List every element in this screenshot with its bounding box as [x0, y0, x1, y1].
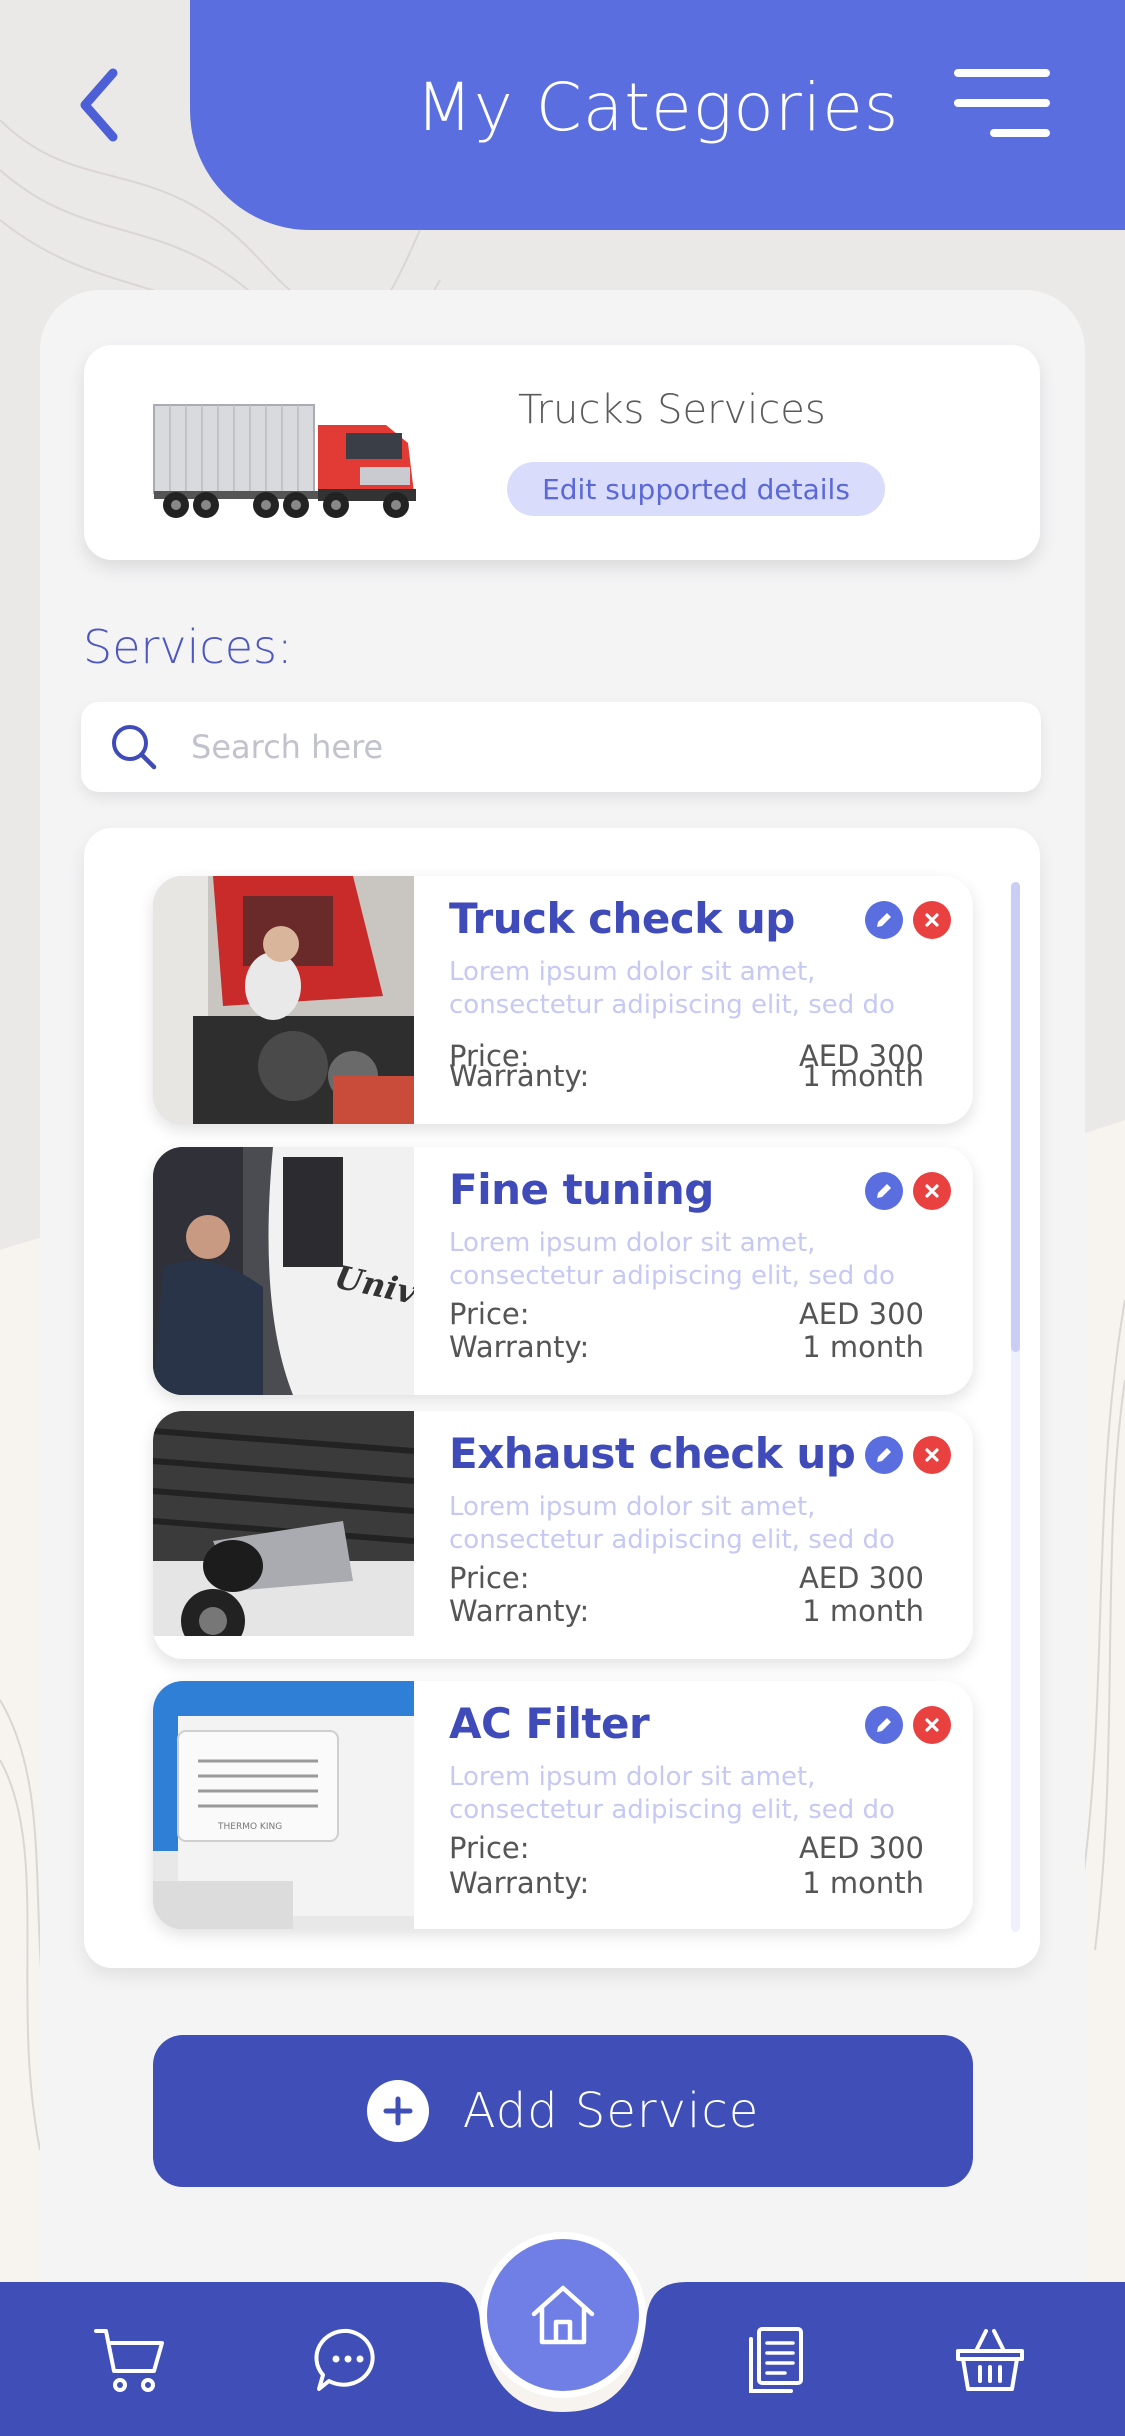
- warranty-row: Warranty: 1 month: [449, 1866, 924, 1900]
- service-name: Fine tuning: [449, 1165, 714, 1214]
- close-icon: [925, 1184, 939, 1198]
- price-row: Price: AED 300: [449, 1561, 924, 1595]
- service-card[interactable]: Truck check up Lorem ipsum dolor sit ame…: [153, 876, 973, 1124]
- price-label: Price:: [449, 1831, 530, 1865]
- truck-image: [153, 404, 416, 518]
- warranty-value: 1 month: [802, 1594, 924, 1628]
- search-bar: [81, 702, 1041, 792]
- nav-basket[interactable]: [950, 2320, 1030, 2400]
- service-name: Exhaust check up: [449, 1429, 856, 1478]
- truck-door-mechanic-photo: Univers USDOT 322160: [153, 1147, 414, 1395]
- pencil-icon: [877, 913, 891, 927]
- svg-text:THERMO KING: THERMO KING: [217, 1822, 282, 1832]
- home-icon: [531, 2285, 595, 2345]
- service-description: Lorem ipsum dolor sit amet, consectetur …: [449, 1492, 895, 1555]
- service-card[interactable]: THERMO KING AC Filter Lorem ipsum dolor …: [153, 1681, 973, 1929]
- warranty-label: Warranty:: [449, 1330, 590, 1364]
- service-card[interactable]: Exhaust check up Lorem ipsum dolor sit a…: [153, 1411, 973, 1659]
- service-description: Lorem ipsum dolor sit amet, consectetur …: [449, 957, 895, 1020]
- warranty-label: Warranty:: [449, 1594, 590, 1628]
- delete-service-button[interactable]: [913, 1172, 951, 1210]
- close-icon: [925, 1448, 939, 1462]
- warranty-row: Warranty: 1 month: [449, 1330, 924, 1364]
- edit-service-button[interactable]: [865, 1172, 903, 1210]
- warranty-label: Warranty:: [449, 1866, 590, 1900]
- edit-service-button[interactable]: [865, 1706, 903, 1744]
- add-service-label: Add Service: [462, 2083, 760, 2139]
- nav-cart[interactable]: [90, 2320, 170, 2400]
- cart-icon: [94, 2329, 164, 2392]
- close-icon: [925, 1718, 939, 1732]
- list-scrollbar[interactable]: [1011, 882, 1020, 1932]
- price-value: AED 300: [798, 1561, 924, 1595]
- price-row: Price: AED 300: [449, 1831, 924, 1865]
- delete-service-button[interactable]: [913, 1706, 951, 1744]
- mechanic-engine-photo: [153, 876, 414, 1124]
- price-label: Price:: [449, 1561, 530, 1595]
- category-card: Trucks Services Edit supported details: [84, 345, 1040, 560]
- nav-home[interactable]: [480, 2232, 646, 2398]
- document-icon: [749, 2327, 803, 2393]
- edit-supported-details-button[interactable]: Edit supported details: [507, 462, 885, 516]
- close-icon: [925, 913, 939, 927]
- price-value: AED 300: [798, 1831, 924, 1865]
- service-name: Truck check up: [449, 894, 795, 943]
- price-row: Price: AED 300: [449, 1297, 924, 1331]
- service-name: AC Filter: [449, 1699, 650, 1748]
- chat-bubble-icon: [314, 2328, 375, 2391]
- category-name: Trucks Services: [518, 387, 826, 433]
- service-description: Lorem ipsum dolor sit amet, consectetur …: [449, 1762, 895, 1825]
- back-button[interactable]: [60, 55, 140, 155]
- pencil-icon: [877, 1718, 891, 1732]
- chevron-left-icon: [80, 68, 118, 142]
- price-label: Price:: [449, 1297, 530, 1331]
- pencil-icon: [877, 1184, 891, 1198]
- warranty-value: 1 month: [802, 1059, 924, 1093]
- edit-service-button[interactable]: [865, 901, 903, 939]
- delete-service-button[interactable]: [913, 1436, 951, 1474]
- search-icon: [112, 725, 157, 770]
- pencil-icon: [877, 1448, 891, 1462]
- delete-service-button[interactable]: [913, 901, 951, 939]
- warranty-label: Warranty:: [449, 1059, 590, 1093]
- exhaust-pipe-photo: [153, 1411, 414, 1659]
- service-description: Lorem ipsum dolor sit amet, consectetur …: [449, 1228, 895, 1291]
- menu-button[interactable]: [950, 65, 1050, 145]
- services-heading: Services:: [83, 620, 293, 674]
- hamburger-menu-icon: [954, 69, 1050, 77]
- nav-documents[interactable]: [736, 2320, 816, 2400]
- warranty-row: Warranty: 1 month: [449, 1594, 924, 1628]
- service-card[interactable]: Univers USDOT 322160 Fine tuning Lorem i…: [153, 1147, 973, 1395]
- basket-icon: [956, 2329, 1024, 2391]
- nav-chat[interactable]: [308, 2320, 388, 2400]
- edit-service-button[interactable]: [865, 1436, 903, 1474]
- scrollbar-thumb[interactable]: [1011, 882, 1020, 1352]
- warranty-value: 1 month: [802, 1866, 924, 1900]
- truck-ac-unit-photo: THERMO KING: [153, 1681, 414, 1929]
- add-service-button[interactable]: Add Service: [153, 2035, 973, 2187]
- warranty-row: Warranty: 1 month: [449, 1059, 924, 1093]
- price-value: AED 300: [798, 1297, 924, 1331]
- plus-icon: [366, 2080, 429, 2142]
- warranty-value: 1 month: [802, 1330, 924, 1364]
- search-input[interactable]: [191, 702, 1011, 792]
